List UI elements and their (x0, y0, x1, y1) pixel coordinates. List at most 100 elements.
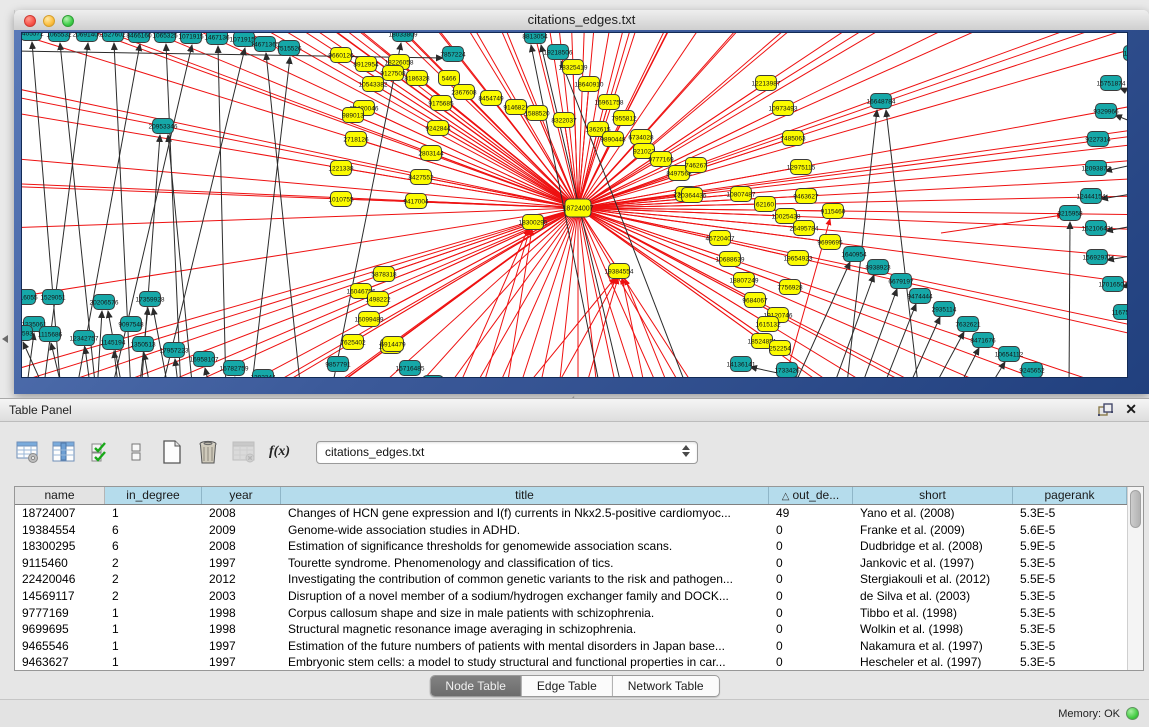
graph-edge-red[interactable] (578, 33, 1128, 208)
graph-edge-red[interactable] (578, 208, 1128, 378)
table-cell[interactable]: Disruption of a novel member of a sodium… (281, 588, 769, 605)
table-cell[interactable]: 2 (105, 555, 202, 572)
graph-edge-red[interactable] (416, 201, 578, 208)
table-cell[interactable]: Changes of HCN gene expression and I(f) … (281, 505, 769, 522)
graph-edge-black[interactable] (251, 57, 290, 378)
graph-edge-red[interactable] (578, 33, 1011, 208)
table-cell[interactable]: 22420046 (15, 571, 105, 588)
new-file-icon[interactable] (158, 438, 185, 466)
table-cell[interactable]: Yano et al. (2008) (853, 505, 1013, 522)
column-header-short[interactable]: short (853, 487, 1013, 504)
delete-table-icon[interactable] (230, 438, 257, 466)
graph-edge-black[interactable] (859, 289, 897, 378)
table-cell[interactable]: 2008 (202, 538, 281, 555)
table-cell[interactable]: 1997 (202, 638, 281, 655)
table-row[interactable]: 1830029562008Estimation of significance … (15, 538, 1127, 555)
table-cell[interactable]: 0 (769, 538, 853, 555)
table-cell[interactable]: Genome-wide association studies in ADHD. (281, 522, 769, 539)
table-cell[interactable]: 19384554 (15, 522, 105, 539)
column-header-name[interactable]: name (15, 487, 105, 504)
graph-edge-black[interactable] (60, 43, 96, 378)
table-cell[interactable]: 6 (105, 538, 202, 555)
table-cell[interactable]: 49 (769, 505, 853, 522)
table-cell[interactable]: 9777169 (15, 605, 105, 622)
graph-edge-red[interactable] (578, 208, 1128, 378)
graph-edge-black[interactable] (85, 347, 91, 378)
function-builder-icon[interactable]: f(x) (266, 438, 293, 466)
table-cell[interactable]: 5.3E-5 (1013, 555, 1127, 572)
graph-edge-red[interactable] (578, 33, 1128, 208)
column-header-out_de[interactable]: △out_de... (769, 487, 853, 504)
graph-edge-red[interactable] (578, 33, 1128, 208)
table-cell[interactable]: 1 (105, 638, 202, 655)
table-cell[interactable]: Estimation of significance thresholds fo… (281, 538, 769, 555)
vertical-scrollbar[interactable] (1127, 487, 1143, 670)
table-cell[interactable]: 2009 (202, 522, 281, 539)
graph-edge-red[interactable] (578, 208, 724, 378)
graph-edge-red[interactable] (393, 208, 578, 344)
table-cell[interactable]: 0 (769, 555, 853, 572)
graph-edge-red[interactable] (578, 208, 1128, 378)
graph-edge-red[interactable] (578, 33, 1128, 208)
table-select-dropdown[interactable]: citations_edges.txt (316, 441, 698, 464)
table-cell[interactable]: Corpus callosum shape and size in male p… (281, 605, 769, 622)
float-panel-icon[interactable] (1098, 403, 1113, 421)
table-cell[interactable]: 0 (769, 522, 853, 539)
graph-edge-red[interactable] (364, 108, 578, 208)
table-cell[interactable]: 1997 (202, 654, 281, 670)
table-cell[interactable]: Jankovic et al. (1997) (853, 555, 1013, 572)
table-cell[interactable]: 0 (769, 588, 853, 605)
table-row[interactable]: 969969511998Structural magnetic resonanc… (15, 621, 1127, 638)
show-columns-icon[interactable] (50, 438, 77, 466)
table-row[interactable]: 1456911722003Disruption of a novel membe… (15, 588, 1127, 605)
table-cell[interactable]: 9463627 (15, 654, 105, 670)
graph-edge-black[interactable] (931, 332, 964, 378)
table-cell[interactable]: 1 (105, 505, 202, 522)
table-row[interactable]: 1872400712008Changes of HCN gene express… (15, 505, 1127, 522)
table-cell[interactable]: Investigating the contribution of common… (281, 571, 769, 588)
table-cell[interactable]: 18724007 (15, 505, 105, 522)
table-cell[interactable]: 0 (769, 621, 853, 638)
graph-edge-red[interactable] (578, 208, 1128, 378)
graph-edge-black[interactable] (1069, 222, 1070, 378)
table-cell[interactable]: 5.6E-5 (1013, 522, 1127, 539)
table-cell[interactable]: 2 (105, 588, 202, 605)
close-panel-icon[interactable]: ✕ (1125, 401, 1137, 418)
graph-edge-black[interactable] (218, 46, 226, 378)
graph-edge-red[interactable] (578, 33, 1128, 208)
table-cell[interactable]: 1 (105, 621, 202, 638)
table-cell[interactable]: 5.3E-5 (1013, 654, 1127, 670)
table-row[interactable]: 911546021997Tourette syndrome. Phenomeno… (15, 555, 1127, 572)
table-cell[interactable]: 0 (769, 654, 853, 670)
table-row[interactable]: 2242004622012Investigating the contribut… (15, 571, 1127, 588)
graph-edge-red[interactable] (578, 33, 1128, 208)
graph-edge-red[interactable] (578, 33, 1128, 208)
graph-edge-red[interactable] (578, 33, 1128, 208)
graph-edge-red[interactable] (373, 84, 578, 208)
table-cell[interactable]: Tibbo et al. (1998) (853, 605, 1013, 622)
graph-edge-red[interactable] (578, 208, 1128, 224)
graph-edge-red[interactable] (622, 278, 646, 378)
graph-edge-red[interactable] (578, 33, 1128, 208)
column-header-in_degree[interactable]: in_degree (105, 487, 202, 504)
graph-edge-red[interactable] (378, 208, 578, 299)
table-cell[interactable]: Estimation of the future numbers of pati… (281, 638, 769, 655)
graph-edge-red[interactable] (578, 208, 1128, 378)
table-cell[interactable]: 5.9E-5 (1013, 538, 1127, 555)
graph-edge-red[interactable] (578, 33, 1128, 208)
table-cell[interactable]: Structural magnetic resonance image aver… (281, 621, 769, 638)
table-cell[interactable]: 0 (769, 638, 853, 655)
graph-node[interactable] (423, 376, 444, 379)
table-cell[interactable]: Embryonic stem cells: a model to study s… (281, 654, 769, 670)
graph-edge-red[interactable] (578, 88, 1128, 208)
graph-edge-red[interactable] (578, 208, 1128, 378)
graph-edge-red[interactable] (22, 155, 578, 208)
graph-edge-red[interactable] (578, 208, 1128, 378)
panel-collapse-arrow-icon[interactable] (2, 335, 8, 343)
graph-edge-red[interactable] (941, 215, 1063, 233)
table-cell[interactable]: 9465546 (15, 638, 105, 655)
graph-edge-black[interactable] (1115, 115, 1128, 129)
graph-edge-red[interactable] (578, 33, 1128, 208)
tab-network-table[interactable]: Network Table (612, 676, 719, 696)
table-cell[interactable]: Franke et al. (2009) (853, 522, 1013, 539)
